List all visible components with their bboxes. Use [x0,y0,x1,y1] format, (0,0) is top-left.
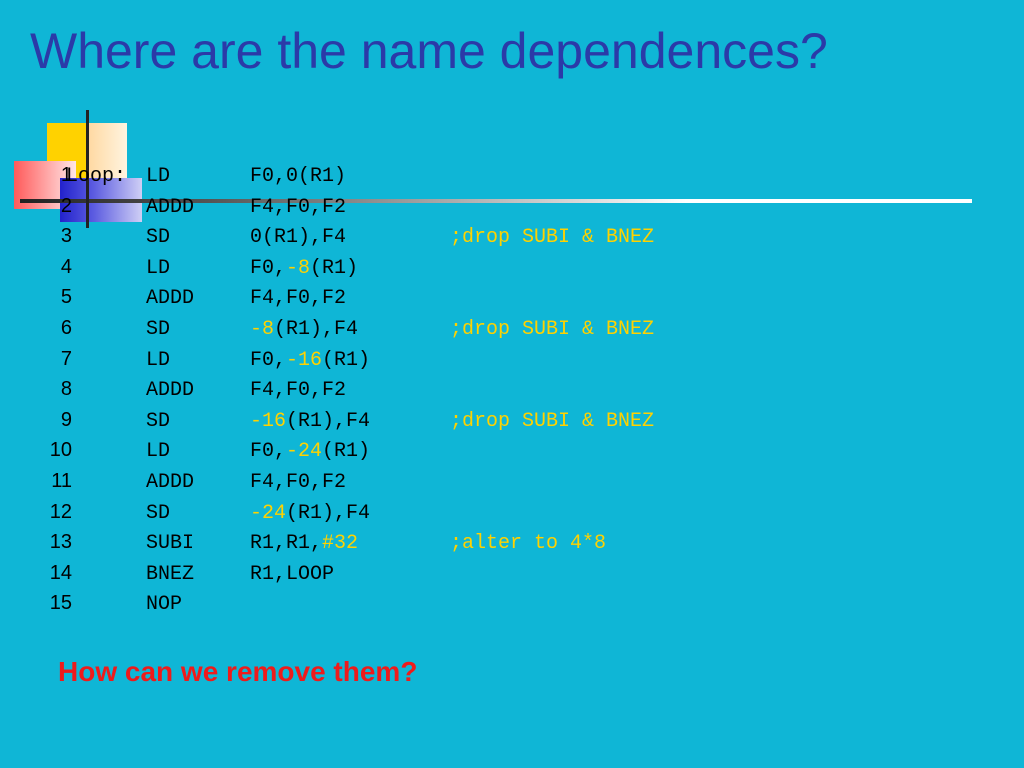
opcode: LD [146,440,171,464]
operand-text: (R1),F4 [274,318,359,341]
opcode: SD [146,501,171,525]
line-number: 5 [60,286,72,309]
operand-text: F4,F0,F2 [250,379,347,403]
operands: F0,0(R1) [250,165,346,188]
operands: -8(R1),F4 [250,318,358,341]
line-number: 10 [49,439,72,462]
operands: F4,F0,F2 [250,287,346,310]
opcode: LD [146,165,171,188]
operands: -24(R1),F4 [250,502,370,525]
line-number: 6 [60,317,72,339]
line-number: 8 [60,378,72,401]
operands: F4,F0,F2 [250,471,346,494]
line-number: 7 [60,347,72,370]
operand-text: F0, [250,256,287,280]
offset-highlight: -24 [250,501,287,525]
code-comment: ;drop SUBI & BNEZ [450,318,655,341]
line-number: 9 [60,408,72,431]
offset-highlight: #32 [322,532,359,556]
opcode: NOP [146,593,183,617]
opcode: ADDD [146,471,195,494]
offset-highlight: -24 [286,440,323,464]
operands: F0,-8(R1) [250,257,358,280]
code-comment: ;drop SUBI & BNEZ [450,226,655,250]
operand-text: F0, [250,348,287,372]
operand-text: R1,LOOP [250,562,335,586]
opcode: SD [146,226,171,250]
operand-text: F4,F0,F2 [250,195,347,219]
opcode: SD [146,409,171,433]
operands: R1,R1,#32 [250,532,358,555]
line-number: 15 [49,592,72,615]
opcode: ADDD [146,379,195,403]
operands: -16(R1),F4 [250,410,370,433]
operand-text: (R1),F4 [286,501,371,525]
opcode: LD [146,256,171,280]
operands: R1,LOOP [250,563,334,586]
opcode: LD [146,348,171,372]
line-number: 3 [60,225,72,248]
offset-highlight: -16 [250,409,287,433]
line-number: 13 [49,531,72,554]
code-comment: ;drop SUBI & BNEZ [450,409,655,433]
opcode: SD [146,318,171,341]
operands: F0,-16(R1) [250,349,370,372]
operand-text: 0(R1),F4 [250,226,347,250]
operands: F0,-24(R1) [250,440,370,463]
line-number: 2 [60,194,72,217]
code-comment: ;alter to 4*8 [450,532,607,556]
operands: F4,F0,F2 [250,379,346,402]
operand-text: F0, [250,440,287,464]
opcode: ADDD [146,287,195,311]
offset-highlight: -16 [286,348,323,372]
operand-text: F0,0(R1) [250,165,347,188]
code-label: Loop: [66,165,127,188]
operand-text: (R1) [322,348,371,372]
question-text: How can we remove them? [58,656,418,687]
opcode: ADDD [146,195,195,219]
operand-text: F4,F0,F2 [250,471,347,494]
operands: F4,F0,F2 [250,196,346,219]
operand-text: (R1) [322,440,371,464]
line-number: 11 [51,470,72,492]
offset-highlight: -8 [286,256,311,280]
slide-title: Where are the name dependences? [30,23,828,79]
operand-text: F4,F0,F2 [250,287,347,311]
operand-text: (R1),F4 [286,409,371,433]
opcode: BNEZ [146,562,195,586]
line-number: 1 [60,164,72,186]
operands: 0(R1),F4 [250,226,346,249]
line-number: 4 [60,255,72,278]
line-number: 12 [49,500,72,523]
operand-text: R1,R1, [250,532,323,556]
offset-highlight: -8 [250,318,275,341]
opcode: SUBI [146,532,195,556]
line-number: 14 [49,561,72,584]
operand-text: (R1) [310,256,359,280]
